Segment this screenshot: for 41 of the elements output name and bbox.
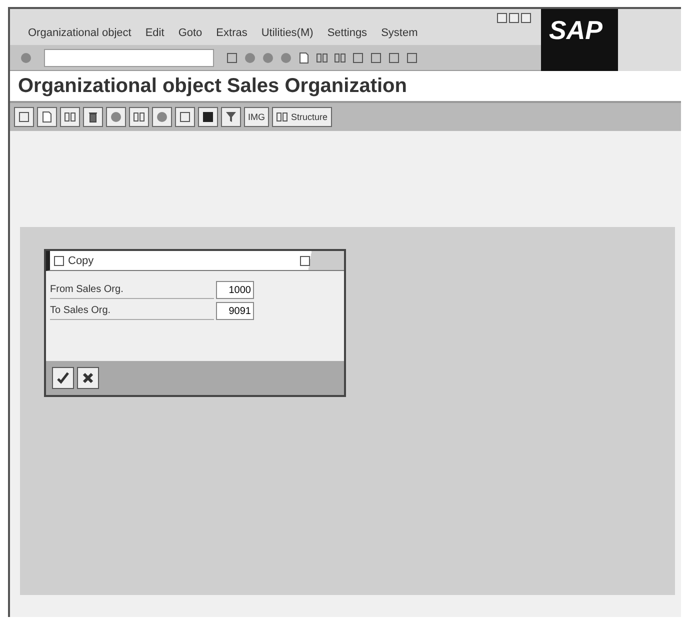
- circle-icon: [262, 52, 274, 64]
- maximize-icon[interactable]: [509, 13, 519, 23]
- field-label: From Sales Org.: [50, 281, 214, 299]
- copy-icon: [179, 111, 191, 123]
- menu-item[interactable]: System: [381, 27, 418, 39]
- dialog-title: Copy: [68, 254, 94, 266]
- minimize-icon[interactable]: [497, 13, 507, 23]
- menu-item[interactable]: Utilities(M): [261, 27, 314, 39]
- window-icon: [388, 52, 400, 64]
- trash-icon: [87, 111, 99, 123]
- menu-item[interactable]: Edit: [145, 27, 164, 39]
- confirm-button[interactable]: [52, 367, 74, 389]
- circle-button[interactable]: [152, 107, 172, 127]
- cancel-button[interactable]: [77, 367, 99, 389]
- menu-item[interactable]: Extras: [216, 27, 248, 39]
- input-field[interactable]: 9091: [216, 302, 254, 320]
- structure-button[interactable]: Structure: [272, 107, 332, 127]
- document-button[interactable]: [37, 107, 57, 127]
- document-icon: [298, 52, 310, 64]
- circle-icon: [244, 52, 256, 64]
- input-field[interactable]: 1000: [216, 281, 254, 299]
- filter-button[interactable]: [221, 107, 241, 127]
- trash-button[interactable]: [83, 107, 103, 127]
- screen-title: Organizational object Sales Organization: [18, 74, 407, 98]
- img-button[interactable]: IMG: [244, 107, 269, 127]
- document-icon: [41, 111, 53, 123]
- command-field[interactable]: [44, 48, 214, 66]
- window-icon: [352, 52, 364, 64]
- window-icon: [53, 254, 65, 266]
- menu-item[interactable]: Goto: [178, 27, 202, 39]
- field-label: To Sales Org.: [50, 302, 214, 320]
- filter-icon: [225, 111, 237, 123]
- window-icon: [406, 52, 418, 64]
- square-icon: [226, 52, 238, 64]
- logo-text: SAP: [549, 15, 602, 46]
- window-icon: [370, 52, 382, 64]
- circle-icon: [280, 52, 292, 64]
- circle-icon: [156, 111, 168, 123]
- menu-item[interactable]: Organizational object: [28, 27, 132, 39]
- menu-item[interactable]: Settings: [327, 27, 368, 39]
- copy-button[interactable]: [175, 107, 195, 127]
